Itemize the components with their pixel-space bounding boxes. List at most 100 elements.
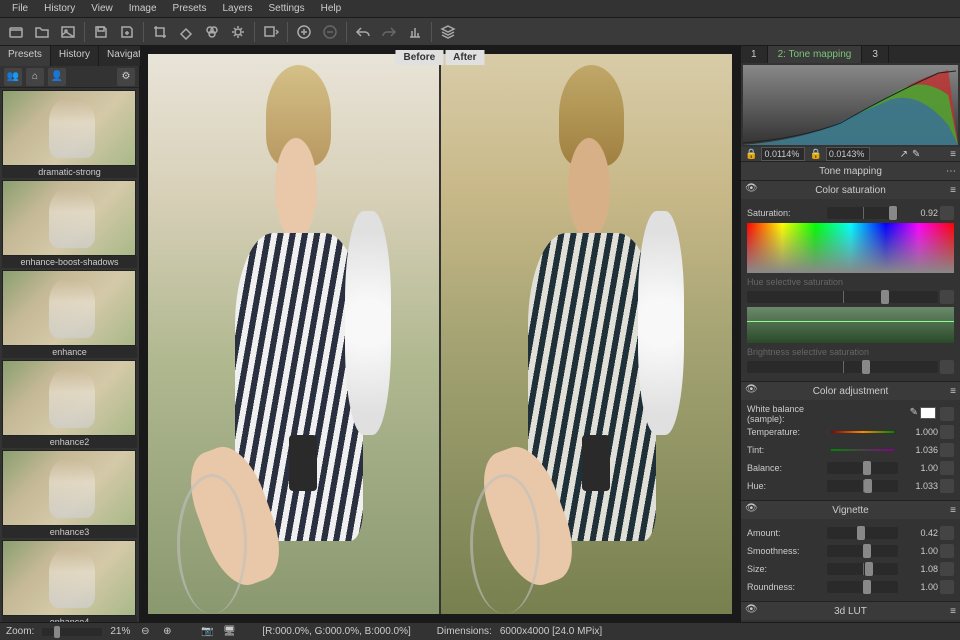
- circle-add-icon[interactable]: [292, 20, 316, 44]
- image-canvas[interactable]: [148, 54, 732, 614]
- reset-icon[interactable]: [940, 425, 954, 439]
- reset-icon[interactable]: [940, 562, 954, 576]
- monitor-icon[interactable]: 🖥: [222, 625, 236, 639]
- histo-tool-icon[interactable]: ↗: [900, 149, 908, 160]
- open-folder-icon[interactable]: [30, 20, 54, 44]
- reset-icon[interactable]: [940, 461, 954, 475]
- reset-icon[interactable]: [940, 580, 954, 594]
- rtab-1[interactable]: 1: [741, 46, 768, 63]
- tint-slider[interactable]: [831, 449, 894, 451]
- camera-icon[interactable]: 📷: [200, 625, 214, 639]
- opts-icon[interactable]: ≡: [950, 606, 956, 617]
- preset-item[interactable]: enhance3: [2, 450, 137, 538]
- reset-icon[interactable]: [940, 290, 954, 304]
- reset-icon[interactable]: [940, 206, 954, 220]
- layers-icon[interactable]: [436, 20, 460, 44]
- menu-settings[interactable]: Settings: [260, 3, 312, 14]
- preset-home-icon[interactable]: ⌂: [26, 68, 44, 86]
- wb-swatch[interactable]: [920, 407, 936, 419]
- coloradj-header[interactable]: 👁Color adjustment≡: [741, 382, 960, 400]
- preset-settings-icon[interactable]: ⚙: [117, 68, 135, 86]
- round-label: Roundness:: [747, 582, 827, 592]
- preset-user-icon[interactable]: 👤: [48, 68, 66, 86]
- eye-icon[interactable]: 👁: [745, 183, 759, 197]
- hue-sat-label: Hue selective saturation: [747, 277, 954, 287]
- transform-icon[interactable]: [403, 20, 427, 44]
- preset-group-1-icon[interactable]: 👥: [4, 68, 22, 86]
- eraser-icon[interactable]: [174, 20, 198, 44]
- colorsat-header[interactable]: 👁Color saturation≡: [741, 181, 960, 199]
- preset-item[interactable]: enhance2: [2, 360, 137, 448]
- histo-opts-icon[interactable]: ≡: [950, 149, 956, 160]
- histogram[interactable]: [743, 65, 958, 145]
- menu-help[interactable]: Help: [313, 3, 350, 14]
- saturation-slider[interactable]: [827, 207, 898, 219]
- hue-slider[interactable]: [827, 480, 898, 492]
- preset-item[interactable]: enhance4: [2, 540, 137, 622]
- menu-file[interactable]: File: [4, 3, 36, 14]
- menu-presets[interactable]: Presets: [165, 3, 215, 14]
- zoom-slider[interactable]: [42, 628, 102, 636]
- eye-icon[interactable]: 👁: [745, 384, 759, 398]
- lut-header[interactable]: 👁3d LUT≡: [741, 602, 960, 620]
- redo-icon[interactable]: [377, 20, 401, 44]
- image-dropdown-icon[interactable]: [259, 20, 283, 44]
- color-gradient[interactable]: [747, 223, 954, 273]
- reset-icon[interactable]: [940, 526, 954, 540]
- eye-icon[interactable]: 👁: [745, 604, 759, 618]
- crop-icon[interactable]: [148, 20, 172, 44]
- before-label: Before: [395, 50, 443, 65]
- menu-image[interactable]: Image: [121, 3, 165, 14]
- tab-presets[interactable]: Presets: [0, 46, 51, 66]
- temp-slider[interactable]: [831, 431, 894, 433]
- opts-icon[interactable]: ⋯: [946, 166, 956, 177]
- rtab-2[interactable]: 2: Tone mapping: [768, 46, 863, 63]
- eye-icon[interactable]: 👁: [745, 503, 759, 517]
- filter-icon[interactable]: [200, 20, 224, 44]
- tab-history[interactable]: History: [51, 46, 99, 66]
- left-panel: Presets History Navigator 👥 ⌂ 👤 ⚙ dramat…: [0, 46, 140, 622]
- histo-right-input[interactable]: [826, 147, 870, 161]
- gear-icon[interactable]: [226, 20, 250, 44]
- lock-icon[interactable]: 🔒: [745, 149, 757, 160]
- reset-icon[interactable]: [940, 360, 954, 374]
- save-icon[interactable]: [89, 20, 113, 44]
- circle-remove-icon[interactable]: [318, 20, 342, 44]
- tonemap-header[interactable]: Tone mapping⋯: [741, 162, 960, 180]
- menu-layers[interactable]: Layers: [214, 3, 260, 14]
- histo-left-input[interactable]: [761, 147, 805, 161]
- histo-tool2-icon[interactable]: ✎: [912, 149, 920, 160]
- hue-slider[interactable]: [747, 291, 938, 303]
- rtab-3[interactable]: 3: [862, 46, 889, 63]
- opts-icon[interactable]: ≡: [950, 505, 956, 516]
- balance-slider[interactable]: [827, 462, 898, 474]
- picker-icon[interactable]: ✎: [910, 407, 918, 421]
- lock-icon[interactable]: 🔒: [809, 149, 821, 160]
- zoom-in-icon[interactable]: ⊕: [160, 625, 174, 639]
- save-as-icon[interactable]: [115, 20, 139, 44]
- reset-icon[interactable]: [940, 544, 954, 558]
- reset-icon[interactable]: [940, 407, 954, 421]
- vignette-header[interactable]: 👁Vignette≡: [741, 501, 960, 519]
- open-image-icon[interactable]: [56, 20, 80, 44]
- preset-item[interactable]: enhance-boost-shadows: [2, 180, 137, 268]
- opts-icon[interactable]: ≡: [950, 386, 956, 397]
- bri-slider[interactable]: [747, 361, 938, 373]
- open-icon[interactable]: [4, 20, 28, 44]
- amount-value: 0.42: [902, 528, 938, 538]
- size-slider[interactable]: [827, 563, 898, 575]
- preset-item[interactable]: dramatic-strong: [2, 90, 137, 178]
- opts-icon[interactable]: ≡: [950, 185, 956, 196]
- round-slider[interactable]: [827, 581, 898, 593]
- undo-icon[interactable]: [351, 20, 375, 44]
- amount-slider[interactable]: [827, 527, 898, 539]
- reset-icon[interactable]: [940, 479, 954, 493]
- reset-icon[interactable]: [940, 443, 954, 457]
- preset-item[interactable]: enhance: [2, 270, 137, 358]
- menu-view[interactable]: View: [83, 3, 121, 14]
- hue-gradient[interactable]: [747, 307, 954, 343]
- zoom-out-icon[interactable]: ⊖: [138, 625, 152, 639]
- status-bar: Zoom: 21% ⊖ ⊕ 📷 🖥 [R:000.0%, G:000.0%, B…: [0, 622, 960, 640]
- menu-history[interactable]: History: [36, 3, 83, 14]
- smooth-slider[interactable]: [827, 545, 898, 557]
